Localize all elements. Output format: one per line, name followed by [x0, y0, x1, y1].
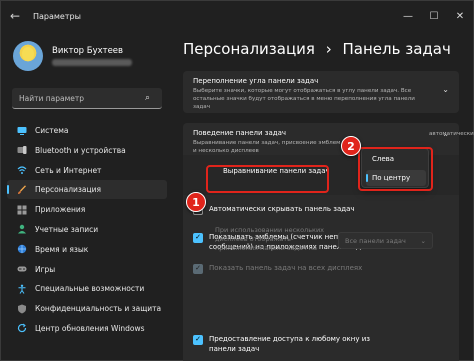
sidebar-item-label: Конфиденциальность и защита: [35, 304, 162, 314]
sidebar-item-label: Время и язык: [35, 244, 89, 254]
highlight-alignment-label: [206, 165, 329, 193]
person-icon: [17, 224, 27, 234]
wifi-icon: [17, 165, 27, 175]
sidebar-item-system[interactable]: Система: [7, 121, 167, 140]
user-profile[interactable]: Виктор Бухтеев: [13, 41, 132, 71]
sidebar-item-label: Игры: [35, 264, 56, 274]
overflow-card[interactable]: Переполнение угла панели задач Выберите …: [183, 71, 459, 113]
profile-name: Виктор Бухтеев: [52, 46, 124, 56]
behavior-card-desc-line1: Выравнивание панели задач, присвоение эм…: [193, 140, 341, 146]
overflow-card-title: Переполнение угла панели задач: [193, 77, 319, 85]
sidebar-item-label: Bluetooth и устройства: [35, 145, 126, 155]
settings-window: ← Параметры — ☐ ✕ Виктор Бухтеев Найти п…: [0, 0, 474, 361]
behavior-desc-overflow: автоматически: [429, 131, 474, 137]
breadcrumb-current: Панель задач: [342, 40, 451, 58]
step-badge-2: 2: [341, 136, 361, 156]
search-box[interactable]: Найти параметр ⌕: [12, 88, 162, 109]
search-input[interactable]: Найти параметр: [19, 94, 145, 103]
autohide-option[interactable]: Автоматически скрывать панель задач: [193, 205, 355, 215]
app-title: Параметры: [33, 11, 81, 21]
share-window-label: Предоставление доступа к любому окну из …: [209, 335, 370, 353]
breadcrumb-parent[interactable]: Персонализация: [183, 40, 315, 58]
all-displays-label: Показать панель задач на всех дисплеях: [209, 264, 363, 272]
apps-icon: [17, 205, 27, 215]
multi-display-select: Все панели задач ⌄: [338, 232, 433, 249]
sidebar-item-label: Приложения: [35, 205, 86, 215]
sidebar-item-label: Персонализация: [35, 185, 101, 195]
close-button[interactable]: ✕: [447, 1, 473, 31]
all-displays-checkbox[interactable]: ✓: [193, 264, 203, 274]
highlight-alignment-dropdown: [358, 147, 433, 191]
share-window-checkbox[interactable]: ✓: [193, 335, 203, 345]
monitor-icon: [17, 126, 27, 136]
brush-icon: [17, 185, 27, 195]
search-icon: ⌕: [145, 93, 151, 103]
sidebar-item-gaming[interactable]: Игры: [7, 260, 167, 279]
behavior-card-desc-line2: и несколько дисплеев: [193, 148, 259, 154]
autohide-label: Автоматически скрывать панель задач: [209, 205, 355, 213]
behavior-card-title: Поведение панели задач: [193, 129, 287, 137]
chevron-down-icon: ⌄: [420, 236, 426, 245]
sidebar-item-network[interactable]: Сеть и Интернет: [7, 161, 167, 180]
share-window-option[interactable]: ✓ Предоставление доступа к любому окну и…: [193, 335, 393, 354]
arrow-left-icon: ←: [9, 9, 21, 23]
sidebar-item-label: Сеть и Интернет: [35, 165, 102, 175]
avatar: [13, 41, 43, 71]
back-button[interactable]: ←: [1, 1, 29, 31]
sidebar-item-accessibility[interactable]: Специальные возможности: [7, 279, 167, 298]
maximize-button[interactable]: ☐: [421, 1, 447, 31]
sidebar-item-windows-update[interactable]: Центр обновления Windows: [7, 319, 167, 338]
window-controls: — ☐ ✕: [395, 1, 473, 31]
sidebar-item-personalization[interactable]: Персонализация: [7, 180, 167, 200]
accessibility-icon: [17, 284, 27, 294]
chevron-down-icon[interactable]: ⌄: [442, 85, 449, 94]
sidebar-item-label: Система: [35, 126, 69, 135]
page-title: Персонализация › Панель задач: [183, 40, 451, 58]
globe-icon: [17, 244, 27, 254]
sidebar-item-privacy[interactable]: Конфиденциальность и защита: [7, 299, 167, 318]
shield-icon: [17, 304, 27, 314]
multi-display-label: При использовании нескольких дисплеев от…: [215, 226, 325, 252]
sidebar-item-accounts[interactable]: Учетные записи: [7, 220, 167, 239]
sidebar-item-label: Учетные записи: [35, 224, 99, 234]
all-displays-option: ✓ Показать панель задач на всех дисплеях: [193, 264, 362, 274]
main-content: Персонализация › Панель задач Переполнен…: [173, 31, 473, 361]
overflow-card-desc: Выберите значки, которые могут отображат…: [193, 88, 415, 110]
sidebar-item-bluetooth[interactable]: Bluetooth и устройства: [7, 141, 167, 160]
gamepad-icon: [17, 264, 27, 274]
breadcrumb-separator: ›: [325, 40, 332, 58]
update-icon: [17, 323, 27, 333]
nav-list: Система Bluetooth и устройства Сеть и Ин…: [7, 121, 167, 339]
multi-display-value: Все панели задач: [345, 236, 406, 245]
sidebar-item-label: Центр обновления Windows: [35, 323, 145, 333]
behavior-card-desc: Выравнивание панели задач, присвоение эм…: [193, 139, 343, 155]
sidebar-item-apps[interactable]: Приложения: [7, 200, 167, 219]
profile-email-redacted: [52, 59, 132, 66]
sidebar: Виктор Бухтеев Найти параметр ⌕ Система …: [1, 31, 173, 361]
badges-checkbox[interactable]: ✓: [193, 233, 203, 243]
step-badge-1: 1: [186, 192, 206, 212]
sidebar-item-label: Специальные возможности: [35, 284, 145, 294]
minimize-button[interactable]: —: [395, 1, 421, 31]
bluetooth-icon: [17, 145, 27, 155]
title-bar: ← Параметры — ☐ ✕: [1, 1, 473, 31]
sidebar-item-time-language[interactable]: Время и язык: [7, 240, 167, 259]
